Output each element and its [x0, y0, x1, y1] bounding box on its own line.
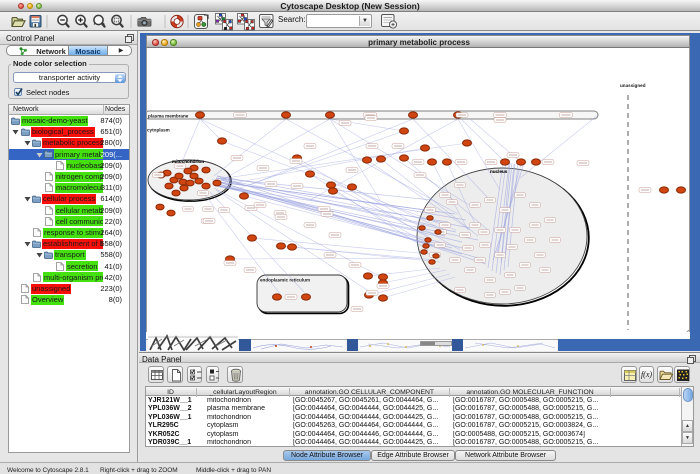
svg-text:cytoplasm: cytoplasm	[147, 128, 170, 133]
svg-text:endoplasmic reticulum: endoplasmic reticulum	[260, 278, 310, 283]
svg-text:mitochondrion: mitochondrion	[172, 159, 204, 164]
svg-text:plasma membrane: plasma membrane	[148, 114, 189, 119]
svg-text:unassigned: unassigned	[620, 83, 646, 88]
svg-text:nucleus: nucleus	[490, 169, 508, 174]
